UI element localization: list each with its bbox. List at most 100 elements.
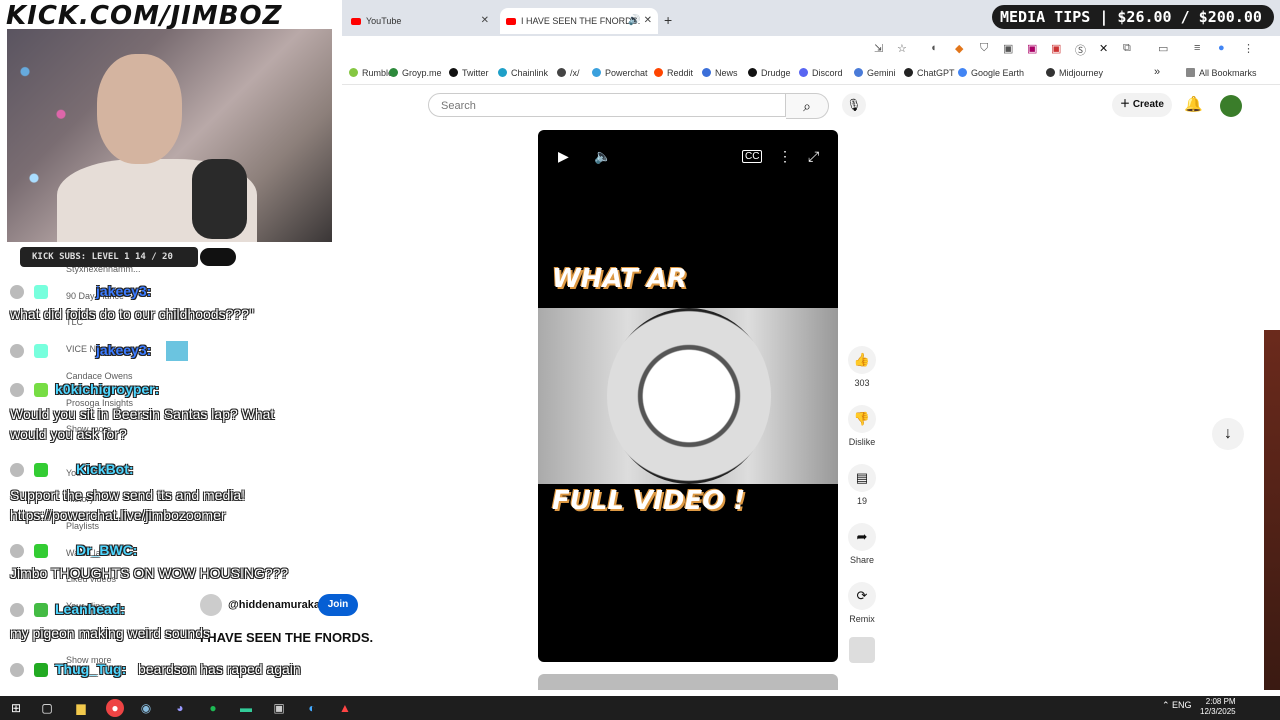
metamask-icon[interactable]: ◆ <box>955 42 963 55</box>
mic-icon: 🎙 <box>846 98 862 112</box>
new-tab-button[interactable]: + <box>664 12 672 28</box>
bookmark-item[interactable]: Reddit <box>654 68 693 78</box>
bookmark-item[interactable]: Rumble <box>349 68 393 78</box>
all-bookmarks[interactable]: All Bookmarks <box>1186 68 1257 78</box>
extension-icon[interactable]: ▣ <box>1027 42 1037 55</box>
fullscreen-icon[interactable]: ⤢ <box>808 148 819 165</box>
spotify-icon[interactable]: ● <box>204 699 222 717</box>
voice-search-button[interactable]: 🎙 <box>842 93 866 117</box>
chat-avatar <box>10 544 24 558</box>
shield-icon[interactable]: ⛉ <box>980 42 988 55</box>
language-indicator[interactable]: ENG <box>1172 700 1192 710</box>
pause-icon[interactable] <box>674 378 708 414</box>
comment-icon: ▤ <box>848 464 876 492</box>
dislike-button[interactable]: 👎 Dislike <box>848 405 876 447</box>
chevron-up-icon[interactable]: ⌃ <box>1162 700 1172 710</box>
join-button[interactable]: Join <box>318 594 358 616</box>
kebab-menu-icon[interactable]: ⋮ <box>1243 42 1254 55</box>
youtube-icon <box>506 18 516 26</box>
bookmark-item[interactable]: ChatGPT <box>904 68 955 78</box>
bookmark-item[interactable]: Google Earth <box>958 68 1024 78</box>
bookmark-icon <box>654 68 663 77</box>
like-button[interactable]: 👍 303 <box>848 346 876 388</box>
more-options-icon[interactable]: ⋮ <box>778 148 792 165</box>
star-icon[interactable]: ☆ <box>897 42 907 55</box>
dislike-label: Dislike <box>848 437 876 447</box>
bookmark-icon <box>854 68 863 77</box>
arrow-down-icon[interactable]: ↓ <box>1212 418 1244 450</box>
extension-icon[interactable]: ▣ <box>1051 42 1061 55</box>
search-icon: ⌕ <box>803 98 811 114</box>
bookmark-item[interactable]: Groyp.me <box>389 68 442 78</box>
bookmark-item[interactable]: /x/ <box>557 68 580 78</box>
chat-username: Thug_Tug: <box>55 661 127 677</box>
sidepanel-icon[interactable]: ▭ <box>1158 42 1168 55</box>
background-wall <box>1264 330 1280 690</box>
chat-avatar <box>10 383 24 397</box>
steam-icon[interactable]: ◉ <box>137 699 155 717</box>
app-icon[interactable]: ▲ <box>336 699 354 717</box>
tab-fnords[interactable]: I HAVE SEEN THE FNORDS. 🔊 ✕ <box>500 8 658 34</box>
system-tray[interactable]: ⌃ ENG <box>1162 700 1192 711</box>
extension-icon[interactable]: ◖ <box>930 42 937 54</box>
windows-taskbar <box>0 696 1280 720</box>
close-icon[interactable]: 🔊 ✕ <box>628 8 652 34</box>
extension-icon[interactable]: Ⓢ <box>1075 42 1086 58</box>
create-button[interactable]: ＋ Create <box>1112 93 1172 117</box>
plus-icon: ＋ <box>1120 99 1133 110</box>
close-icon[interactable]: ✕ <box>481 8 489 34</box>
bookmark-item[interactable]: Chainlink <box>498 68 548 78</box>
search-input[interactable]: Search <box>428 93 786 117</box>
chat-username: k0kichigroyper: <box>55 381 160 397</box>
channel-thumbnail[interactable] <box>849 637 875 663</box>
notifications-bell-icon[interactable]: 🔔 <box>1184 95 1203 113</box>
channel-name[interactable]: @hiddenamuraka <box>228 599 320 611</box>
account-avatar[interactable] <box>1220 95 1242 117</box>
streamer-face <box>97 54 182 164</box>
bookmark-item[interactable]: Twitter <box>449 68 489 78</box>
install-icon[interactable]: ⇲ <box>874 42 883 55</box>
bookmark-item[interactable]: Discord <box>799 68 843 78</box>
app-icon[interactable]: ▣ <box>270 699 288 717</box>
taskbar-clock[interactable]: 2:08 PM 12/3/2025 <box>1200 697 1236 717</box>
sidebar-item[interactable]: Candace Owens <box>66 371 133 381</box>
chat-message: what did foids do to our childhoods???" <box>10 306 254 322</box>
bookmark-item[interactable]: News <box>702 68 738 78</box>
bookmark-item[interactable]: Powerchat <box>592 68 648 78</box>
task-view-icon[interactable]: ▢ <box>38 699 56 717</box>
next-video-preview[interactable] <box>538 674 838 690</box>
chrome-icon[interactable]: ● <box>106 699 124 717</box>
terminal-icon[interactable]: ▬ <box>237 699 255 717</box>
bookmark-item[interactable]: Drudge <box>748 68 791 78</box>
thumbs-up-icon: 👍 <box>848 346 876 374</box>
app-icon[interactable]: ◐ <box>303 699 321 717</box>
subscriber-badge-icon <box>34 603 48 617</box>
file-explorer-icon[interactable]: ▆ <box>72 699 90 717</box>
x-icon[interactable]: ✕ <box>1099 42 1108 55</box>
comments-button[interactable]: ▤ 19 <box>848 464 876 506</box>
puzzle-icon[interactable]: ⧉ <box>1123 42 1131 55</box>
share-button[interactable]: ➦ Share <box>848 523 876 565</box>
chat-emote <box>166 341 188 361</box>
bookmark-item[interactable]: Gemini <box>854 68 896 78</box>
menu-icon[interactable]: ≡ <box>1194 42 1200 54</box>
bookmark-icon <box>904 68 913 77</box>
tab-youtube[interactable]: YouTube ✕ <box>345 8 495 34</box>
profile-icon[interactable]: ● <box>1218 42 1225 54</box>
extension-icon[interactable]: ▣ <box>1003 42 1013 55</box>
chat-avatar <box>10 603 24 617</box>
webcam-feed <box>7 29 332 242</box>
play-icon[interactable]: ▶ <box>558 148 569 165</box>
windows-start-icon[interactable]: ⊞ <box>7 699 25 717</box>
bookmark-item[interactable]: Midjourney <box>1046 68 1103 78</box>
search-button[interactable]: ⌕ <box>786 93 829 119</box>
tab-label: I HAVE SEEN THE FNORDS. <box>521 16 641 26</box>
remix-button[interactable]: ⟳ Remix <box>848 582 876 624</box>
chevron-right-icon[interactable]: » <box>1154 66 1160 78</box>
channel-avatar[interactable] <box>200 594 222 616</box>
volume-icon[interactable]: 🔈 <box>594 148 611 165</box>
captions-icon[interactable]: CC <box>742 150 763 163</box>
discord-icon[interactable]: ◕ <box>171 699 189 717</box>
bookmark-icon <box>702 68 711 77</box>
folder-icon <box>1186 68 1195 77</box>
